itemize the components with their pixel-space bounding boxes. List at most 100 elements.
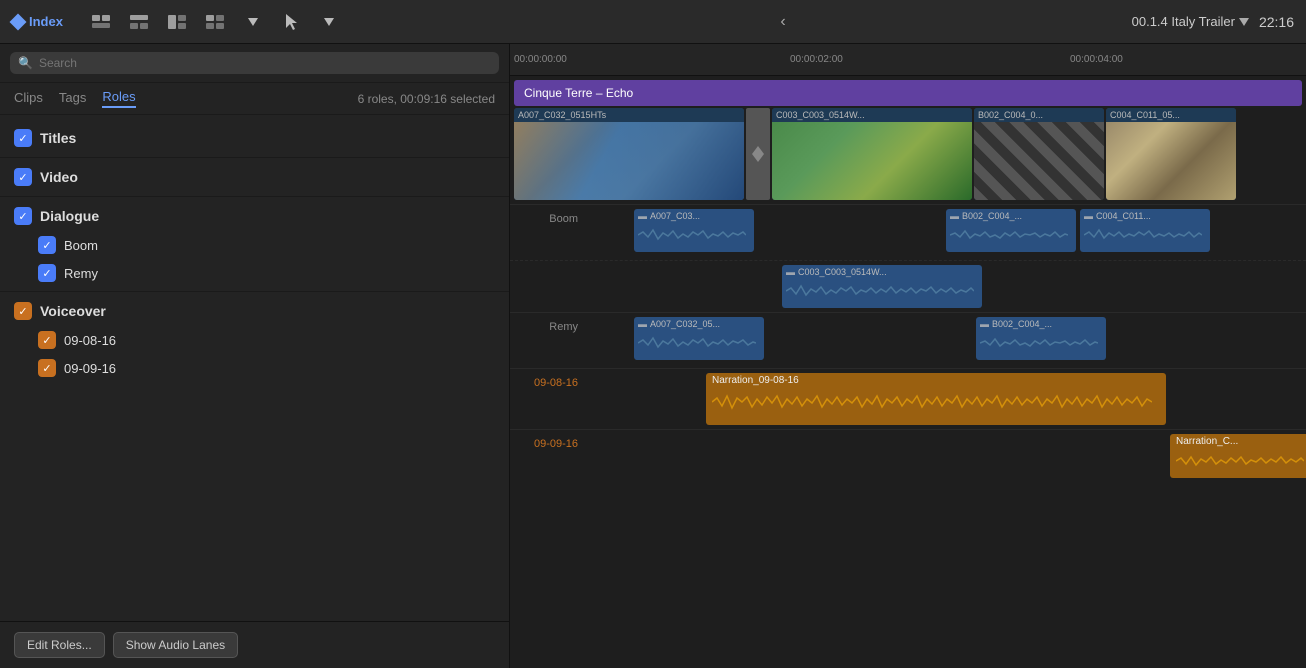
remy-clip-0[interactable]: ▬ A007_C032_05...: [634, 317, 764, 360]
voiceover-09-08-16-lane: 09-08-16 Narration_09-08-16: [510, 368, 1306, 429]
role-row-dialogue[interactable]: ✓ Dialogue ▬ ≡: [0, 201, 509, 231]
checkbox-remy[interactable]: ✓: [38, 264, 56, 282]
show-audio-lanes-button[interactable]: Show Audio Lanes: [113, 632, 238, 658]
c003-waveform: [786, 279, 974, 303]
voiceover-action-lines[interactable]: ≡: [449, 302, 473, 320]
dialogue-action-eq[interactable]: ▬: [419, 207, 443, 225]
dialogue-action-circle[interactable]: [479, 208, 495, 224]
checkbox-titles[interactable]: ✓: [14, 129, 32, 147]
checkbox-09-08-16[interactable]: ✓: [38, 331, 56, 349]
search-icon: 🔍: [18, 56, 33, 70]
role-name-voiceover: Voiceover: [40, 303, 411, 319]
video-clips-row: A007_C032_0515HTs C003_C003_0514W... B00…: [514, 108, 1302, 200]
role-section-video: ✓ Video: [0, 162, 509, 192]
video-clip-0-title: A007_C032_0515HTs: [514, 108, 744, 122]
remy-clip-0-waveform: [638, 331, 756, 355]
remy-clip-0-title: ▬ A007_C032_05...: [638, 319, 760, 329]
role-row-video[interactable]: ✓ Video: [0, 162, 509, 192]
left-panel: 🔍 Clips Tags Roles 6 roles, 00:09:16 sel…: [0, 44, 510, 668]
checkbox-boom[interactable]: ✓: [38, 236, 56, 254]
tab-roles[interactable]: Roles: [102, 89, 135, 108]
bottom-buttons: Edit Roles... Show Audio Lanes: [0, 621, 509, 668]
narration-09-08-16-clip[interactable]: Narration_09-08-16: [706, 373, 1166, 425]
boom-sub-lane: ▬ C003_C003_0514W...: [510, 260, 1306, 312]
project-dropdown-icon: [1239, 18, 1249, 26]
top-bar-right: 00.1.4 Italy Trailer 22:16: [1034, 14, 1294, 30]
video-clip-1-thumb: [772, 122, 972, 200]
tab-tags[interactable]: Tags: [59, 90, 86, 107]
boom-clip-1-waveform: [950, 223, 1068, 247]
video-clip-0[interactable]: A007_C032_0515HTs: [514, 108, 744, 200]
voiceover-09-09-16-label: 09-09-16: [510, 430, 582, 450]
tab-clips[interactable]: Clips: [14, 90, 43, 107]
boom-clip-2[interactable]: ▬ C004_C011...: [1080, 209, 1210, 252]
video-clip-2[interactable]: B002_C004_0...: [974, 108, 1104, 200]
divider-1: [0, 157, 509, 158]
boom-lane: Boom ▬ A007_C03... ▬ B: [510, 204, 1306, 260]
narration-09-09-16-clip[interactable]: Narration_C...: [1170, 434, 1306, 478]
narration-waveform: [712, 388, 1152, 416]
remy-clip-1-title: ▬ B002_C004_...: [980, 319, 1102, 329]
selection-count: 6 roles, 00:09:16 selected: [358, 92, 495, 106]
ruler-mark-0: 00:00:00:00: [514, 54, 567, 65]
sub-role-boom[interactable]: ✓ Boom: [0, 231, 509, 259]
boom-clip-2-title: ▬ C004_C011...: [1084, 211, 1206, 221]
role-name-09-08-16: 09-08-16: [64, 333, 495, 348]
video-clip-3[interactable]: C004_C011_05...: [1106, 108, 1236, 200]
voiceover-action-eq[interactable]: ▬: [419, 302, 443, 320]
boom-lane-clips: ▬ A007_C03... ▬ B002_C004_...: [582, 205, 1306, 260]
boom-clip-0-title: ▬ A007_C03...: [638, 211, 750, 221]
tool-dropdown-icon[interactable]: [313, 8, 345, 36]
index-button[interactable]: Index: [12, 14, 63, 29]
layout-icon-3[interactable]: [161, 8, 193, 36]
boom-clip-1-title: ▬ B002_C004_...: [950, 211, 1072, 221]
sub-role-09-09-16[interactable]: ✓ 09-09-16: [0, 354, 509, 382]
project-title-bar: Cinque Terre – Echo: [514, 80, 1302, 106]
role-row-titles[interactable]: ✓ Titles: [0, 123, 509, 153]
role-name-09-09-16: 09-09-16: [64, 361, 495, 376]
role-row-voiceover[interactable]: ✓ Voiceover ▬ ≡: [0, 296, 509, 326]
sub-role-remy[interactable]: ✓ Remy: [0, 259, 509, 287]
top-bar-center: ‹: [532, 13, 1034, 31]
transition-0: [746, 108, 770, 200]
remy-clip-1[interactable]: ▬ B002_C004_...: [976, 317, 1106, 360]
checkbox-dialogue[interactable]: ✓: [14, 207, 32, 225]
boom-clip-0[interactable]: ▬ A007_C03...: [634, 209, 754, 252]
project-title: Cinque Terre – Echo: [524, 86, 633, 100]
boom-clip-0-waveform: [638, 223, 746, 247]
back-button[interactable]: ‹: [780, 13, 785, 31]
boom-sub-clips: ▬ C003_C003_0514W...: [582, 261, 1306, 312]
video-clip-1[interactable]: C003_C003_0514W...: [772, 108, 972, 200]
voiceover-09-08-16-label: 09-08-16: [510, 369, 582, 389]
voiceover-action-circle[interactable]: [479, 303, 495, 319]
layout-icon-1[interactable]: [85, 8, 117, 36]
video-clip-2-thumb: [974, 122, 1104, 200]
dialogue-action-lines[interactable]: ≡: [449, 207, 473, 225]
project-name[interactable]: 00.1.4 Italy Trailer: [1132, 14, 1249, 29]
search-input-wrap: 🔍: [10, 52, 499, 74]
remy-clip-1-waveform: [980, 331, 1098, 355]
checkbox-09-09-16[interactable]: ✓: [38, 359, 56, 377]
diamond-icon: [10, 13, 27, 30]
c003-clip[interactable]: ▬ C003_C003_0514W...: [782, 265, 982, 308]
role-name-remy: Remy: [64, 266, 495, 281]
role-section-dialogue: ✓ Dialogue ▬ ≡ ✓ Boom ✓ Remy: [0, 201, 509, 287]
layout-dropdown-icon[interactable]: [237, 8, 269, 36]
checkbox-video[interactable]: ✓: [14, 168, 32, 186]
tabs-row: Clips Tags Roles 6 roles, 00:09:16 selec…: [0, 83, 509, 115]
arrow-tool-icon[interactable]: [275, 8, 307, 36]
ruler-mark-1: 00:00:02:00: [790, 54, 843, 65]
checkbox-voiceover[interactable]: ✓: [14, 302, 32, 320]
boom-lane-label: Boom: [510, 205, 582, 225]
role-name-boom: Boom: [64, 238, 495, 253]
search-input[interactable]: [39, 56, 491, 70]
remy-lane-clips: ▬ A007_C032_05... ▬ B002_C004_...: [582, 313, 1306, 368]
voiceover-09-09-16-clips: Narration_C...: [582, 430, 1306, 482]
right-panel: 00:00:00:00 00:00:02:00 00:00:04:00 Cinq…: [510, 44, 1306, 668]
divider-3: [0, 291, 509, 292]
boom-clip-1[interactable]: ▬ B002_C004_...: [946, 209, 1076, 252]
layout-icon-4[interactable]: [199, 8, 231, 36]
sub-role-09-08-16[interactable]: ✓ 09-08-16: [0, 326, 509, 354]
layout-icon-2[interactable]: [123, 8, 155, 36]
edit-roles-button[interactable]: Edit Roles...: [14, 632, 105, 658]
